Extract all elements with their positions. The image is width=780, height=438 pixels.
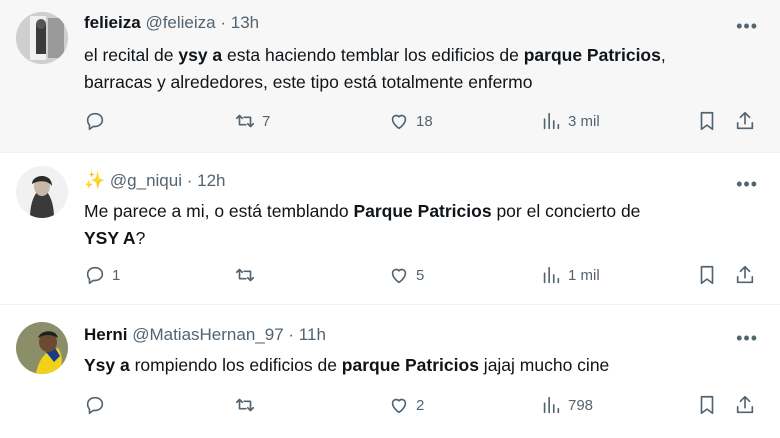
tweet[interactable]: ✨ @g_niqui · 12h ••• Me parece a mi, o e… <box>0 154 780 305</box>
text-segment: esta haciendo temblar los edificios de <box>222 45 524 65</box>
text-segment: el recital de <box>84 45 179 65</box>
views-icon <box>543 266 560 284</box>
reply-icon <box>86 266 104 285</box>
bookmark-button[interactable] <box>696 394 718 416</box>
retweet-icon <box>235 268 255 282</box>
tweet-header: Herni @MatiasHernan_97 · 11h <box>84 324 326 346</box>
share-icon <box>736 111 754 130</box>
tweet[interactable]: felieiza @felieiza · 13h ••• el recital … <box>0 0 780 153</box>
sparkles-icon: ✨ <box>84 171 106 190</box>
tweet-actions: 1 5 1 mil <box>84 264 764 290</box>
heart-icon <box>391 268 407 284</box>
text-segment: rompiendo los edificios de <box>129 355 342 375</box>
text-segment: jajaj mucho cine <box>478 355 610 375</box>
views-count: 798 <box>568 396 594 414</box>
views-icon <box>543 112 560 130</box>
retweet-button[interactable]: 7 <box>234 110 270 132</box>
retweet-button[interactable] <box>234 394 256 416</box>
reply-button[interactable] <box>84 394 106 416</box>
views-count: 1 mil <box>568 266 600 284</box>
more-options-icon[interactable]: ••• <box>736 17 758 35</box>
share-icon <box>736 265 754 284</box>
more-options-icon[interactable]: ••• <box>736 175 758 193</box>
share-icon <box>736 395 754 414</box>
separator-dot: · <box>288 325 295 344</box>
views-button[interactable]: 1 mil <box>540 264 600 286</box>
text-bold-segment: Parque Patricios <box>353 201 492 221</box>
text-bold-segment: parque Patricios <box>341 355 479 375</box>
retweet-icon <box>235 398 255 412</box>
text-bold-segment: YSY A <box>84 228 136 248</box>
avatar[interactable] <box>16 322 68 374</box>
display-name[interactable]: felieiza <box>84 13 141 32</box>
like-button[interactable]: 5 <box>388 264 424 286</box>
user-handle[interactable]: @felieiza <box>145 13 215 32</box>
user-handle[interactable]: @MatiasHernan_97 <box>132 325 283 344</box>
text-bold-segment: Ysy a <box>84 355 130 375</box>
bookmark-button[interactable] <box>696 110 718 132</box>
tweet-text: Ysy a rompiendo los edificios de parque … <box>84 352 764 379</box>
tweet-text: Me parece a mi, o está temblando Parque … <box>84 198 764 252</box>
heart-icon <box>391 398 407 414</box>
tweet[interactable]: Herni @MatiasHernan_97 · 11h ••• Ysy a r… <box>0 306 780 438</box>
text-segment: ? <box>135 228 146 248</box>
text-segment: por el concierto de <box>491 201 641 221</box>
like-button[interactable]: 2 <box>388 394 424 416</box>
bookmark-button[interactable] <box>696 264 718 286</box>
reply-icon <box>86 396 104 415</box>
tweet-text: el recital de ysy a esta haciendo tembla… <box>84 42 764 96</box>
bookmark-icon <box>700 395 714 415</box>
like-count: 18 <box>416 112 433 130</box>
reply-button[interactable] <box>84 110 106 132</box>
like-count: 2 <box>416 396 425 414</box>
like-count: 5 <box>416 266 425 284</box>
share-button[interactable] <box>734 110 756 132</box>
share-button[interactable] <box>734 394 756 416</box>
retweet-icon <box>235 114 255 128</box>
views-count: 3 mil <box>568 112 600 130</box>
text-segment: barracas y alrededores, este tipo está t… <box>84 72 533 92</box>
share-button[interactable] <box>734 264 756 286</box>
views-button[interactable]: 3 mil <box>540 110 600 132</box>
timestamp[interactable]: 13h <box>231 13 259 32</box>
reply-icon <box>86 112 104 131</box>
avatar[interactable] <box>16 166 68 218</box>
heart-icon <box>391 114 407 130</box>
display-name[interactable]: Herni <box>84 325 127 344</box>
more-options-icon[interactable]: ••• <box>736 329 758 347</box>
timestamp[interactable]: 11h <box>299 325 326 344</box>
reply-count: 1 <box>112 266 121 284</box>
views-icon <box>543 396 560 414</box>
bookmark-icon <box>700 265 714 285</box>
retweet-count: 7 <box>262 112 271 130</box>
retweet-button[interactable] <box>234 264 256 286</box>
tweet-header: felieiza @felieiza · 13h <box>84 12 259 34</box>
tweet-actions: 2 798 <box>84 394 764 420</box>
text-segment: Me parece a mi, o está temblando <box>84 201 354 221</box>
like-button[interactable]: 18 <box>388 110 433 132</box>
text-segment: , <box>660 45 666 65</box>
user-handle[interactable]: @g_niqui <box>110 171 182 190</box>
separator-dot: · <box>186 171 193 190</box>
text-bold-segment: parque Patricios <box>523 45 661 65</box>
timestamp[interactable]: 12h <box>197 171 225 190</box>
tweet-header: ✨ @g_niqui · 12h <box>84 170 226 192</box>
tweet-actions: 7 18 3 mil <box>84 110 764 136</box>
reply-button[interactable]: 1 <box>84 264 120 286</box>
views-button[interactable]: 798 <box>540 394 593 416</box>
separator-dot: · <box>220 13 227 32</box>
text-bold-segment: ysy a <box>178 45 223 65</box>
avatar[interactable] <box>16 12 68 64</box>
bookmark-icon <box>700 111 714 131</box>
